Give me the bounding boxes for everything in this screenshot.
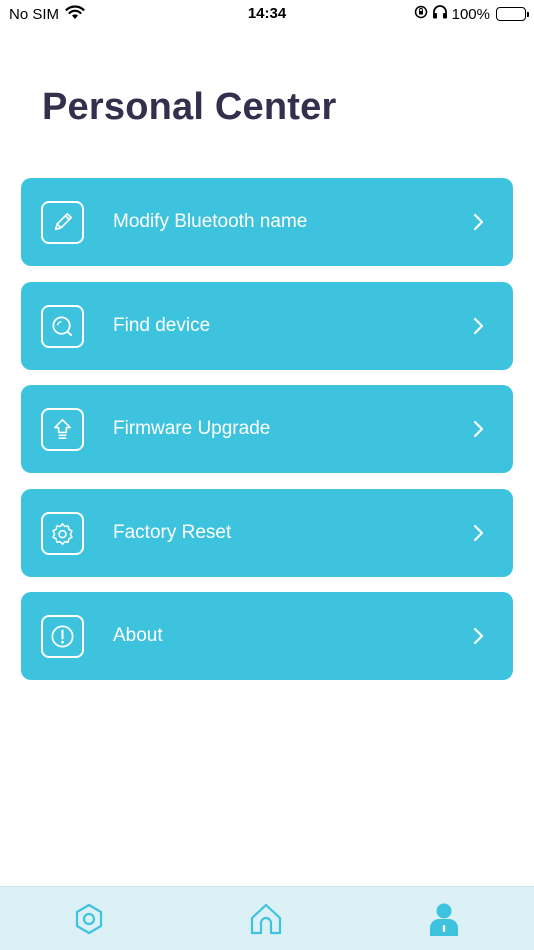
menu-item-about[interactable]: About [21, 592, 513, 680]
tab-bar [0, 886, 534, 950]
chevron-right-icon [473, 213, 484, 231]
tab-profile[interactable] [426, 901, 462, 937]
chevron-right-icon [473, 524, 484, 541]
menu-item-label: Factory Reset [113, 521, 232, 543]
menu-item-firmware-upgrade[interactable]: Firmware Upgrade [21, 385, 513, 473]
menu-item-label: About [113, 625, 163, 646]
menu-item-label: Modify Bluetooth name [113, 211, 308, 232]
upgrade-arrow-icon [41, 408, 84, 451]
tab-settings[interactable] [71, 901, 107, 937]
headphones-icon [432, 5, 448, 23]
settings-hexagon-icon [75, 903, 103, 935]
orientation-lock-icon [414, 5, 428, 23]
menu-item-label: Find device [113, 314, 211, 336]
battery-icon [496, 7, 529, 21]
status-right: 100% [414, 5, 529, 23]
menu-item-label: Firmware Upgrade [113, 418, 271, 439]
info-icon [41, 615, 84, 658]
menu-item-modify-bluetooth-name[interactable]: Modify Bluetooth name [21, 178, 513, 266]
chevron-right-icon [473, 420, 484, 438]
gear-icon [41, 511, 84, 555]
home-icon [250, 903, 282, 935]
menu-item-factory-reset[interactable]: Factory Reset [21, 488, 513, 577]
menu-item-find-device[interactable]: Find device [21, 281, 513, 370]
pencil-icon [41, 201, 84, 244]
chevron-right-icon [473, 627, 484, 645]
profile-icon [430, 903, 458, 936]
battery-percent: 100% [451, 5, 490, 23]
status-bar: No SIM 14:34 100% [0, 0, 534, 30]
tab-home[interactable] [248, 901, 284, 937]
search-icon [41, 304, 84, 348]
chevron-right-icon [473, 317, 484, 334]
menu-list: Modify Bluetooth name Find device Firmwa… [21, 178, 513, 696]
page-title: Personal Center [42, 86, 337, 128]
